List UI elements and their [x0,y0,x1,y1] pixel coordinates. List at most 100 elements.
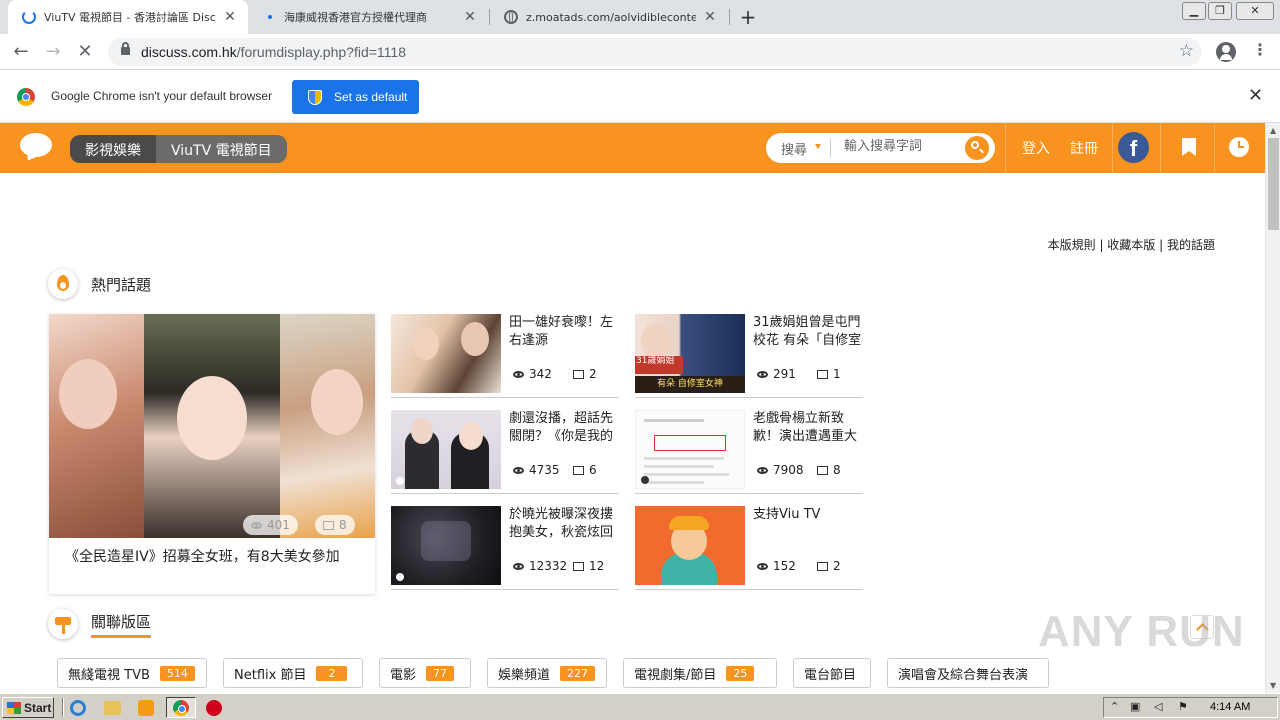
topic-thumbnail [391,506,501,585]
scroll-up-icon[interactable]: ▲ [1270,126,1276,135]
tab-hikvision[interactable]: 海康威視香港官方授權代理商 ✕ [250,0,488,34]
chrome-logo-icon [17,88,35,106]
forum-tag-concerts[interactable]: 演唱會及綜合舞台表演 [887,658,1049,688]
scroll-thumb[interactable] [1268,138,1279,230]
folder-icon[interactable] [104,701,121,715]
play-icon [641,476,649,484]
set-as-default-button[interactable]: Set as default [292,80,419,114]
bookmark-star-icon[interactable]: ☆ [1179,41,1194,61]
topic-replies: 8 [817,463,841,477]
featured-topic-card[interactable]: 401 8 《全民造星IV》招募全女班，有8大美女參加 [49,314,375,594]
header-divider [1160,123,1161,173]
restore-button[interactable]: ❐ [1208,2,1232,20]
forum-tag-netflix[interactable]: Netflix 節目 2 [223,658,363,688]
site-logo-icon[interactable] [20,133,52,157]
topic-views: 152 [757,559,796,573]
globe-icon [504,10,518,24]
chrome-taskbar-button[interactable] [166,697,196,718]
url-text[interactable]: discuss.com.hk/forumdisplay.php?fid=1118 [141,44,406,60]
tab-viutv[interactable]: ViuTV 電視節目 - 香港討論區 Discuss ✕ [8,0,248,34]
history-clock-icon[interactable] [1229,137,1249,157]
facebook-icon[interactable]: f [1118,132,1149,163]
close-window-button[interactable]: ✕ [1236,2,1274,20]
flag-icon[interactable]: ⚑ [1178,700,1188,713]
shield-icon [308,89,322,105]
forum-tag-movies[interactable]: 電影 77 [379,658,471,688]
section-title: 關聯版區 [91,611,152,638]
scroll-down-icon[interactable]: ▼ [1270,681,1276,690]
system-tray: ⌃ ▣ ◁ ⚑ 4:14 AM [1103,697,1278,718]
forward-arrow-icon[interactable]: → [41,40,65,64]
tab-title: 海康威視香港官方授權代理商 [284,11,427,24]
comment-icon [323,520,334,530]
login-link[interactable]: 登入 [1022,138,1050,158]
search-input[interactable] [844,139,954,154]
topic-card[interactable]: 劇還沒播，超話先關閉？《你是我的城池營壘》 4735 6 [391,410,619,494]
register-link[interactable]: 註冊 [1070,138,1098,158]
tab-close-icon[interactable]: ✕ [702,9,718,25]
forum-tag-tv-drama[interactable]: 電視劇集/節目 25 [623,658,777,688]
back-arrow-icon[interactable]: ← [9,40,33,64]
minimize-button[interactable]: ▁ [1182,2,1206,20]
stop-loading-icon[interactable]: ✕ [73,40,97,64]
search-box: 搜尋 [766,133,995,163]
topic-title[interactable]: 劇還沒播，超話先關閉？《你是我的城池營壘》 [509,410,621,446]
infobar-message: Google Chrome isn't your default browser [51,89,273,103]
forum-rules-link[interactable]: 本版規則 [1048,238,1096,252]
account-icon[interactable] [1216,42,1236,62]
start-button[interactable]: Start [2,697,54,718]
media-player-icon[interactable] [138,700,154,716]
loading-dot-icon [268,15,272,19]
featured-topic-title[interactable]: 《全民造星IV》招募全女班，有8大美女參加 [65,546,340,566]
bookmark-icon[interactable] [1182,138,1196,156]
tab-moatads[interactable]: z.moatads.com/aolvidiblecontent85 ✕ [490,0,728,34]
topic-title[interactable]: 於曉光被曝深夜摟抱美女，秋瓷炫回應 [509,506,621,542]
topic-title[interactable]: 老戲骨楊立新致歉！演出遭遇重大失誤 [753,410,865,446]
topic-card[interactable]: 於曉光被曝深夜摟抱美女，秋瓷炫回應 12332 12 [391,506,619,590]
fire-icon [48,269,78,299]
start-label: Start [24,700,52,715]
favorite-forum-link[interactable]: 收藏本版 [1107,238,1155,252]
topic-card[interactable]: 支持Viu TV 152 2 [635,506,863,590]
tab-close-icon[interactable]: ✕ [222,9,238,25]
topic-thumbnail [391,410,501,489]
vertical-scrollbar[interactable]: ▲ ▼ [1265,123,1280,693]
infobar-close-icon[interactable]: ✕ [1248,85,1263,106]
topic-views: 12332 [513,559,567,573]
topic-title[interactable]: 31歲娟姐曾是屯門校花 有朵「自修室女神」 [753,314,865,350]
section-title: 熱門話題 [91,275,152,294]
new-tab-button[interactable]: + [736,5,760,29]
forum-tag-count: 77 [426,665,455,681]
my-topics-link[interactable]: 我的話題 [1167,238,1215,252]
network-icon[interactable]: ▣ [1130,700,1140,713]
search-divider [830,139,831,157]
alert-app-icon[interactable] [206,700,222,716]
breadcrumb-entertainment[interactable]: 影視娛樂 [70,135,156,163]
site-header: 影視娛樂 ViuTV 電視節目 搜尋 登入 註冊 f [0,123,1265,173]
forum-tag-radio[interactable]: 電台節目 [793,658,871,688]
forum-tag-count: 25 [726,665,755,681]
volume-icon[interactable]: ◁ [1154,700,1162,713]
topic-title[interactable]: 支持Viu TV [753,506,865,542]
search-icon[interactable] [965,136,989,160]
forum-tag-label: 演唱會及綜合舞台表演 [898,667,1029,683]
tab-title: z.moatads.com/aolvidiblecontent85 [526,10,696,24]
menu-kebab-icon[interactable]: ⋮ [1252,40,1268,59]
topic-title[interactable]: 田一雄好衰嚟！左右逢源 [509,314,621,350]
forum-tag-tvb[interactable]: 無綫電視 TVB 514 [57,658,207,688]
breadcrumb-viutv[interactable]: ViuTV 電視節目 [156,135,287,163]
topic-replies: 12 [573,559,604,573]
topic-card[interactable]: 田一雄好衰嚟！左右逢源 342 2 [391,314,619,398]
ie-icon[interactable] [70,700,86,716]
topic-card[interactable]: 老戲骨楊立新致歉！演出遭遇重大失誤 7908 8 [635,410,863,494]
topic-card[interactable]: 31歲娟姐 有朵 自修室女神 31歲娟姐曾是屯門校花 有朵「自修室女神」 291… [635,314,863,398]
clock-time[interactable]: 4:14 AM [1210,701,1250,713]
tab-close-icon[interactable]: ✕ [462,9,478,25]
topic-thumbnail [635,506,745,585]
search-type-dropdown[interactable]: 搜尋 [781,139,807,158]
address-bar[interactable]: discuss.com.hk/forumdisplay.php?fid=1118… [108,38,1202,66]
forum-tag-entertainment[interactable]: 娛樂頻道 227 [487,658,607,688]
show-hidden-icons[interactable]: ⌃ [1110,700,1119,713]
featured-replies: 8 [315,515,355,535]
forum-tag-label: 電影 [390,667,417,683]
